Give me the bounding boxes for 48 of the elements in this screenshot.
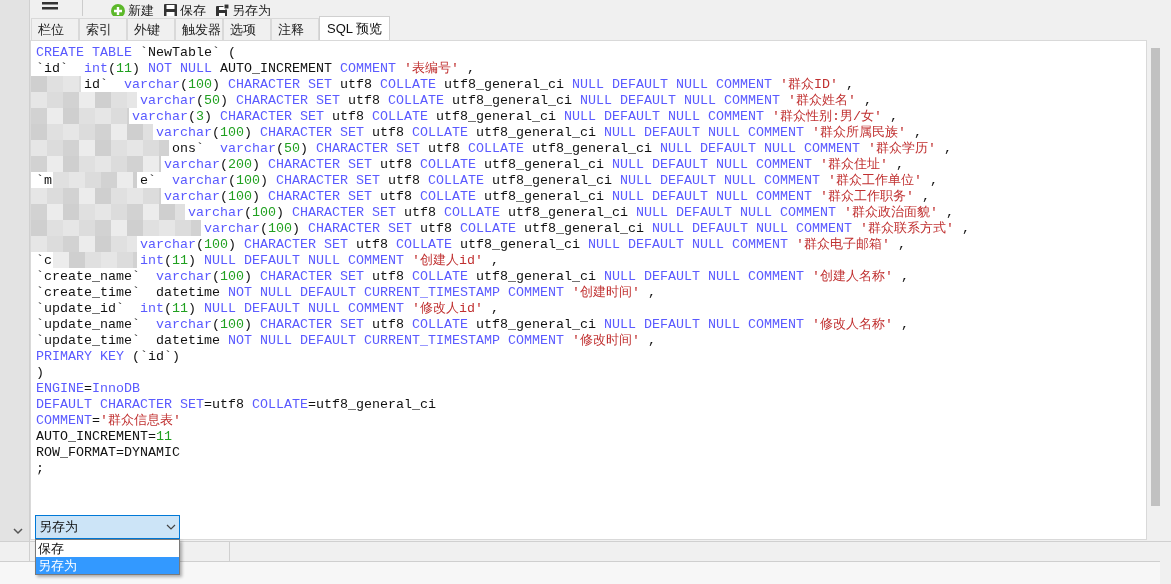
code-line: COMMENT='群众信息表' xyxy=(36,413,181,429)
tab[interactable]: 注释 xyxy=(271,18,319,40)
code-line: `update_time` datetime NOT NULL DEFAULT CURRENT_TIMESTAMP COMMENT '修改时间' , xyxy=(36,333,656,349)
toolbar-button[interactable]: 保存 xyxy=(164,4,206,16)
floppy-icon xyxy=(164,4,177,16)
code-line: varchar(100) CHARACTER SET utf8 COLLATE utf8_general_ci NULL DEFAULT NULL COMMENT '群众工作职务' , xyxy=(164,189,930,205)
code-line: ons` varchar(50) CHARACTER SET utf8 COLLATE utf8_general_ci NULL DEFAULT NULL COMMENT '群众学历' , xyxy=(172,141,952,157)
code-line: DEFAULT CHARACTER SET=utf8 COLLATE=utf8_general_ci xyxy=(36,397,436,413)
code-line: `create_name` varchar(100) CHARACTER SET utf8 COLLATE utf8_general_ci NULL DEFAULT NULL COMMENT '创建人名称' , xyxy=(36,269,909,285)
code-line: ENGINE=InnoDB xyxy=(36,381,140,397)
code-line: ) xyxy=(36,365,44,381)
code-line: `update_name` varchar(100) CHARACTER SET utf8 COLLATE utf8_general_ci NULL DEFAULT NULL COMMENT '修改人名称' , xyxy=(36,317,909,333)
scrollbar-thumb[interactable] xyxy=(1151,48,1160,506)
plus-icon xyxy=(111,4,125,16)
code-fragment: `c xyxy=(36,253,52,269)
floppy-icon xyxy=(216,4,229,16)
tab[interactable]: 外键 xyxy=(127,18,175,40)
code-fragment: `m xyxy=(36,173,52,189)
code-line: PRIMARY KEY (`id`) xyxy=(36,349,180,365)
chevron-down-icon xyxy=(166,524,176,530)
code-line: `create_time` datetime NOT NULL DEFAULT CURRENT_TIMESTAMP COMMENT '创建时间' , xyxy=(36,285,656,301)
tab[interactable]: 触发器 xyxy=(175,18,223,40)
code-line: AUTO_INCREMENT=11 xyxy=(36,429,172,445)
code-line: varchar(200) CHARACTER SET utf8 COLLATE utf8_general_ci NULL DEFAULT NULL COMMENT '群众住址' , xyxy=(164,157,904,173)
tab[interactable]: 选项 xyxy=(223,18,271,40)
chevron-down-icon[interactable] xyxy=(13,528,23,535)
code-line: id` varchar(100) CHARACTER SET utf8 COLLATE utf8_general_ci NULL DEFAULT NULL COMMENT '群众ID' , xyxy=(84,77,854,93)
code-line: varchar(100) CHARACTER SET utf8 COLLATE utf8_general_ci NULL DEFAULT NULL COMMENT '群众联系方式' , xyxy=(204,221,970,237)
tab[interactable]: 索引 xyxy=(79,18,127,40)
code-line: `update_id` int(11) NULL DEFAULT NULL COMMENT '修改人id' , xyxy=(36,301,499,317)
code-line: varchar(100) CHARACTER SET utf8 COLLATE utf8_general_ci NULL DEFAULT NULL COMMENT '群众政治面貌' , xyxy=(188,205,954,221)
code-line: int(11) NULL DEFAULT NULL COMMENT '创建人id' , xyxy=(140,253,499,269)
code-line: ; xyxy=(36,461,44,477)
code-line: varchar(100) CHARACTER SET utf8 COLLATE utf8_general_ci NULL DEFAULT NULL COMMENT '群众电子邮箱' , xyxy=(140,237,906,253)
dropdown-option[interactable]: 保存 xyxy=(36,540,179,557)
code-line: `id` int(11) NOT NULL AUTO_INCREMENT COMMENT '表编号' , xyxy=(36,61,475,77)
save-dropdown[interactable]: 另存为 xyxy=(35,515,180,539)
code-line: e` varchar(100) CHARACTER SET utf8 COLLATE utf8_general_ci NULL DEFAULT NULL COMMENT '群众工作单位' , xyxy=(140,173,938,189)
toolbar-button[interactable]: 另存为 xyxy=(216,4,271,16)
code-line: varchar(100) CHARACTER SET utf8 COLLATE utf8_general_ci NULL DEFAULT NULL COMMENT '群众所属民族' , xyxy=(156,125,922,141)
code-line: CREATE TABLE `NewTable` ( xyxy=(36,45,236,61)
toolbar-button[interactable]: 新建 xyxy=(111,4,154,16)
tab[interactable]: SQL 预览 xyxy=(319,16,391,40)
code-line: varchar(50) CHARACTER SET utf8 COLLATE utf8_general_ci NULL DEFAULT NULL COMMENT '群众姓名' , xyxy=(140,93,872,109)
code-line: varchar(3) CHARACTER SET utf8 COLLATE utf8_general_ci NULL DEFAULT NULL COMMENT '群众性别:男/女' , xyxy=(132,109,898,125)
code-line: ROW_FORMAT=DYNAMIC xyxy=(36,445,180,461)
tab[interactable]: 栏位 xyxy=(31,18,79,40)
menu-icon[interactable] xyxy=(42,2,58,10)
